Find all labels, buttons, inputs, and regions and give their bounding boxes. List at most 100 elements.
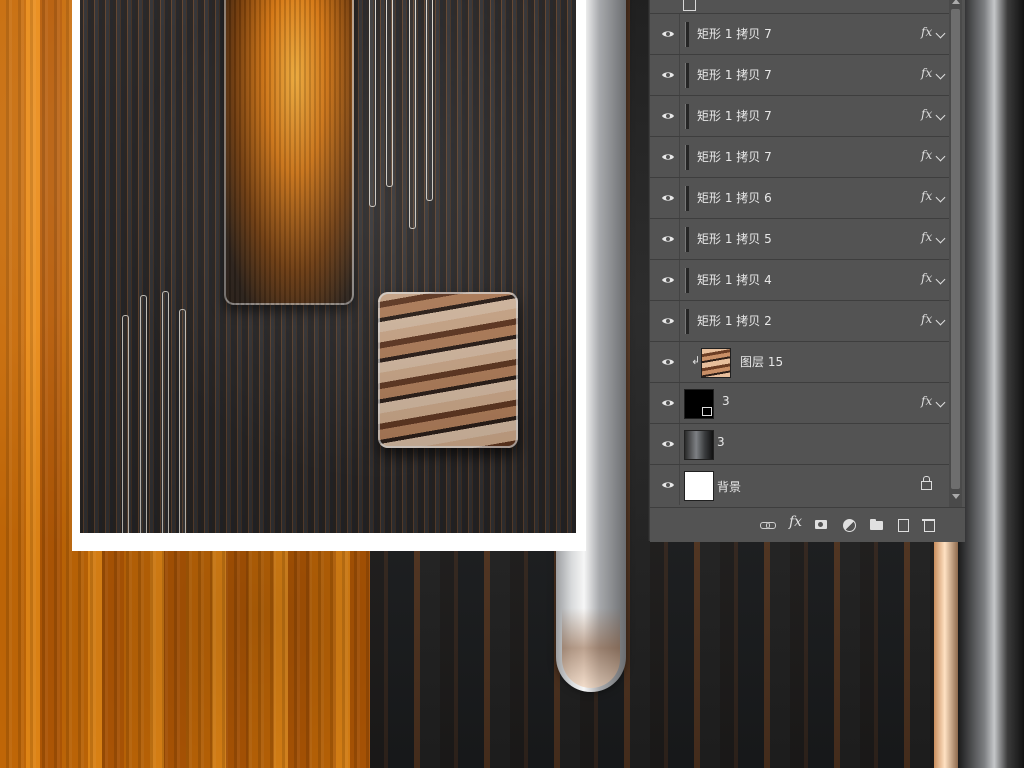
- decor-rod: [369, 0, 376, 207]
- row-divider: [679, 96, 680, 136]
- shape-layer-thumbnail: [685, 63, 689, 88]
- new-group-icon[interactable]: [869, 517, 885, 533]
- layer-row[interactable]: 矩形 1 拷贝 5 fx: [650, 219, 949, 260]
- scroll-up-arrow-icon[interactable]: [952, 0, 960, 4]
- shape-layer-thumbnail: [685, 227, 689, 252]
- delete-layer-icon[interactable]: [921, 517, 937, 533]
- visibility-eye-icon[interactable]: [661, 27, 675, 41]
- shape-layer-thumbnail: [685, 186, 689, 211]
- shape-layer-thumbnail: [685, 309, 689, 334]
- layer-name: 图层 15: [740, 355, 784, 369]
- visibility-eye-icon[interactable]: [661, 355, 675, 369]
- shape-layer-thumbnail: [685, 268, 689, 293]
- layer-row[interactable]: 矩形 1 拷贝 7 fx: [650, 14, 949, 55]
- row-divider: [679, 137, 680, 177]
- expand-effects-chevron-icon[interactable]: [935, 151, 946, 162]
- layer-thumbnail: [684, 471, 714, 501]
- layer-thumbnail: [684, 430, 714, 460]
- link-layers-icon[interactable]: [760, 517, 776, 533]
- wood-glass-tile: [378, 292, 518, 448]
- row-divider: [679, 424, 680, 464]
- clipping-arrow-icon: ↲: [691, 354, 701, 367]
- visibility-eye-icon[interactable]: [661, 396, 675, 410]
- layer-effects-indicator: fx: [921, 25, 933, 39]
- shape-layer-thumbnail: [685, 22, 689, 47]
- visibility-eye-icon[interactable]: [661, 232, 675, 246]
- layer-name: 矩形 1 拷贝 4: [697, 273, 772, 287]
- layer-name: 矩形 1 拷贝 7: [697, 68, 772, 82]
- layer-effects-indicator: fx: [921, 189, 933, 203]
- row-divider: [679, 342, 680, 382]
- layer-name: 3: [722, 394, 730, 408]
- visibility-eye-icon[interactable]: [661, 150, 675, 164]
- lock-icon[interactable]: [921, 476, 932, 490]
- layer-name: 矩形 1 拷贝 7: [697, 109, 772, 123]
- layers-footer-toolbar: fx: [650, 507, 965, 542]
- layer-row[interactable]: ↲ 图层 15: [650, 342, 949, 383]
- scroll-thumb[interactable]: [951, 9, 960, 489]
- layer-row[interactable]: 矩形 1 拷贝 6 fx: [650, 178, 949, 219]
- layer-thumbnail: [701, 348, 731, 378]
- layer-effects-indicator: fx: [921, 148, 933, 162]
- layer-row[interactable]: 3 fx: [650, 383, 949, 424]
- decor-rod: [140, 295, 147, 533]
- layer-name: 矩形 1 拷贝 7: [697, 150, 772, 164]
- row-divider: [679, 178, 680, 218]
- layer-row[interactable]: 背景: [650, 465, 949, 508]
- expand-effects-chevron-icon[interactable]: [935, 274, 946, 285]
- preview-card: [72, 0, 586, 551]
- glow-strip-decoration: [934, 540, 958, 768]
- expand-effects-chevron-icon[interactable]: [935, 28, 946, 39]
- preview-artwork: [80, 0, 576, 533]
- group-icon: [683, 0, 696, 11]
- layer-row[interactable]: 矩形 1 拷贝 7 fx: [650, 137, 949, 178]
- visibility-eye-icon[interactable]: [661, 109, 675, 123]
- layer-effects-indicator: fx: [921, 312, 933, 326]
- layer-effects-indicator: fx: [921, 66, 933, 80]
- shape-layer-thumbnail: [685, 145, 689, 170]
- smart-object-badge-icon: [702, 407, 712, 416]
- visibility-eye-icon[interactable]: [661, 273, 675, 287]
- adjustment-layer-icon[interactable]: [842, 517, 858, 533]
- expand-effects-chevron-icon[interactable]: [935, 69, 946, 80]
- shape-layer-thumbnail: [685, 104, 689, 129]
- decor-rod: [386, 0, 393, 187]
- layers-scrollbar[interactable]: [949, 0, 962, 507]
- layer-effects-indicator: fx: [921, 230, 933, 244]
- expand-effects-chevron-icon[interactable]: [935, 110, 946, 121]
- layer-row[interactable]: 矩形 1 拷贝 7 fx: [650, 96, 949, 137]
- new-layer-icon[interactable]: [895, 517, 911, 533]
- row-divider: [679, 55, 680, 95]
- row-divider: [679, 383, 680, 423]
- layer-group-row-partial[interactable]: [650, 0, 949, 14]
- add-mask-icon[interactable]: [814, 517, 830, 533]
- expand-effects-chevron-icon[interactable]: [935, 192, 946, 203]
- visibility-eye-icon[interactable]: [661, 437, 675, 451]
- add-layer-style-icon[interactable]: fx: [789, 514, 805, 530]
- layer-row[interactable]: 矩形 1 拷贝 7 fx: [650, 55, 949, 96]
- layers-panel: 矩形 1 拷贝 7 fx 矩形 1 拷贝 7 fx 矩形 1 拷贝 7 fx 矩形 1 拷贝…: [649, 0, 965, 542]
- layer-name: 矩形 1 拷贝 7: [697, 27, 772, 41]
- expand-effects-chevron-icon[interactable]: [935, 315, 946, 326]
- layer-name: 3: [717, 435, 725, 449]
- row-divider: [679, 465, 680, 505]
- decor-rod: [426, 0, 433, 201]
- decor-rod: [162, 291, 169, 533]
- expand-effects-chevron-icon[interactable]: [935, 397, 946, 408]
- layer-row[interactable]: 矩形 1 拷贝 2 fx: [650, 301, 949, 342]
- row-divider: [679, 301, 680, 341]
- layer-row[interactable]: 3: [650, 424, 949, 465]
- layer-name: 背景: [717, 480, 742, 494]
- visibility-eye-icon[interactable]: [661, 314, 675, 328]
- visibility-eye-icon[interactable]: [661, 191, 675, 205]
- decor-rod: [409, 0, 416, 229]
- visibility-eye-icon[interactable]: [661, 478, 675, 492]
- row-divider: [679, 219, 680, 259]
- scroll-down-arrow-icon[interactable]: [952, 494, 960, 499]
- orange-glass-tile: [224, 0, 354, 305]
- expand-effects-chevron-icon[interactable]: [935, 233, 946, 244]
- decor-rod: [122, 315, 129, 533]
- layer-row[interactable]: 矩形 1 拷贝 4 fx: [650, 260, 949, 301]
- row-divider: [679, 260, 680, 300]
- visibility-eye-icon[interactable]: [661, 68, 675, 82]
